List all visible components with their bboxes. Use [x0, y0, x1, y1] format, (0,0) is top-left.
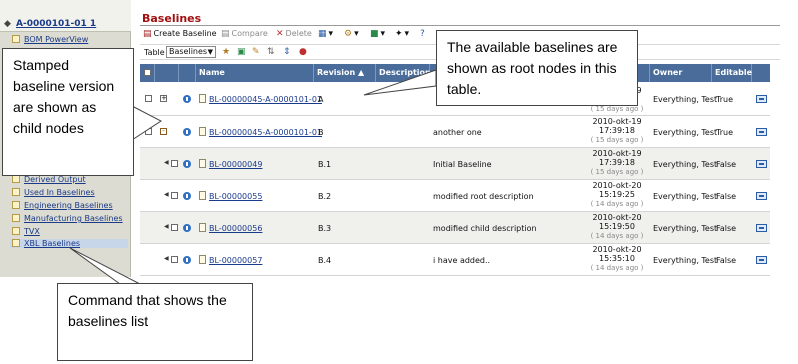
available-callout-pointer — [363, 69, 437, 96]
callout-command: Command that shows the baselines list — [57, 283, 253, 361]
command-callout-pointer — [69, 247, 141, 285]
callout-available-baselines: The available baselines are shown as roo… — [436, 30, 638, 106]
stamped-callout-pointer — [131, 105, 162, 141]
callout-stamped-baselines: Stamped baseline version are shown as ch… — [2, 48, 134, 176]
